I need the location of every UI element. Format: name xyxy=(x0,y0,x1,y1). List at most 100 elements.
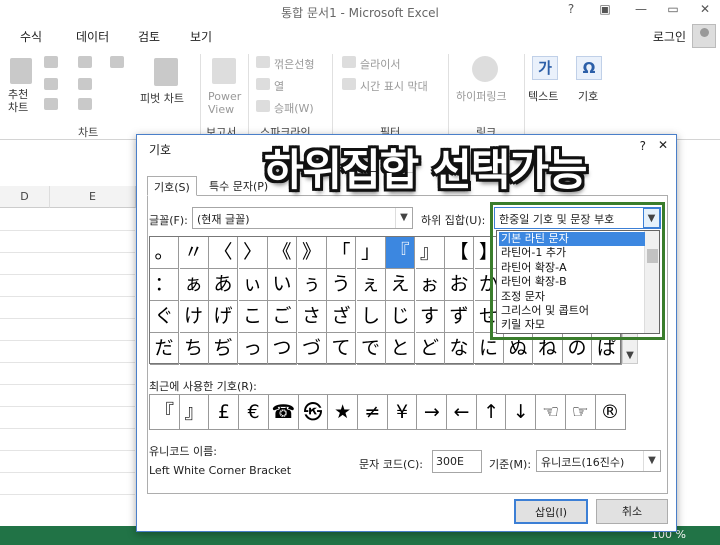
column-header-e[interactable]: E xyxy=(50,186,136,208)
symbol-cell[interactable]: な xyxy=(445,333,474,365)
symbol-cell[interactable]: と xyxy=(386,333,415,365)
recent-symbol-cell[interactable]: ☎ xyxy=(267,394,299,430)
close-icon[interactable]: ✕ xyxy=(694,2,716,20)
login-link[interactable]: 로그인 xyxy=(653,28,686,45)
tab-data[interactable]: 데이터 xyxy=(76,28,109,45)
symbol-cell[interactable]: あ xyxy=(209,269,238,301)
slicer-label[interactable]: 슬라이서 xyxy=(360,56,400,72)
symbol-cell[interactable]: 【 xyxy=(445,237,474,269)
symbol-cell[interactable]: ： xyxy=(150,269,179,301)
other-chart-icon[interactable] xyxy=(110,56,124,68)
subset-option[interactable]: 조정 문자 xyxy=(499,290,645,304)
symbol-cell[interactable]: こ xyxy=(238,301,268,333)
symbol-cell[interactable]: け xyxy=(179,301,209,333)
recent-symbol-cell[interactable]: ≠ xyxy=(356,394,388,430)
symbol-cell[interactable]: お xyxy=(445,269,474,301)
bar-chart-icon[interactable] xyxy=(78,56,92,68)
recent-symbol-cell[interactable]: ¥ xyxy=(386,394,418,430)
timeline-icon[interactable] xyxy=(342,78,356,90)
symbol-cell[interactable]: で xyxy=(356,333,386,365)
symbol-cell[interactable]: ご xyxy=(268,301,297,333)
symbol-cell[interactable]: し xyxy=(356,301,386,333)
symbol-cell[interactable]: す xyxy=(415,301,445,333)
omega-icon[interactable]: Ω xyxy=(576,56,602,80)
symbol-cell[interactable]: ち xyxy=(179,333,209,365)
symbol-cell[interactable]: ざ xyxy=(327,301,356,333)
sparkline-winloss-label[interactable]: 승패(W) xyxy=(274,100,314,116)
symbol-cell[interactable]: 。 xyxy=(150,237,179,269)
scroll-down-icon[interactable]: ▼ xyxy=(623,350,637,361)
slicer-icon[interactable] xyxy=(342,56,356,68)
char-code-input[interactable]: 300E xyxy=(432,450,482,473)
symbol-cell[interactable]: ぉ xyxy=(415,269,445,301)
symbol-cell[interactable]: つ xyxy=(268,333,297,365)
symbol-cell[interactable]: ぢ xyxy=(209,333,238,365)
symbol-cell[interactable]: づ xyxy=(297,333,327,365)
tab-view[interactable]: 보기 xyxy=(190,28,212,45)
minimize-icon[interactable]: — xyxy=(630,2,652,20)
pivot-chart-icon[interactable] xyxy=(154,58,178,86)
symbol-cell[interactable]: い xyxy=(268,269,297,301)
tab-symbols[interactable]: 기호(S) xyxy=(147,176,197,196)
column-chart-icon[interactable] xyxy=(44,56,58,68)
symbol-cell[interactable]: っ xyxy=(238,333,268,365)
from-select[interactable]: 유니코드(16진수) ▼ xyxy=(536,450,661,472)
symbol-cell[interactable]: て xyxy=(327,333,356,365)
avatar[interactable] xyxy=(692,24,716,48)
cancel-button[interactable]: 취소 xyxy=(596,499,668,524)
symbol-cell[interactable]: 〉 xyxy=(238,237,268,269)
recent-symbol-cell[interactable]: → xyxy=(416,394,448,430)
area-chart-icon[interactable] xyxy=(78,78,92,90)
symbol-label[interactable]: 기호 xyxy=(578,88,598,104)
recent-symbol-cell[interactable]: ← xyxy=(446,394,477,430)
symbol-cell[interactable]: ぃ xyxy=(238,269,268,301)
symbol-cell[interactable]: 」 xyxy=(356,237,386,269)
recent-symbol-cell[interactable]: ★ xyxy=(327,394,359,430)
symbol-cell[interactable]: 』 xyxy=(415,237,445,269)
scatter-chart-icon[interactable] xyxy=(78,98,92,110)
line-chart-icon[interactable] xyxy=(44,78,58,90)
scrollbar-thumb[interactable] xyxy=(647,249,658,263)
chevron-down-icon[interactable]: ▼ xyxy=(395,208,412,228)
subset-option[interactable]: 라틴어-1 추가 xyxy=(499,246,645,260)
symbol-cell[interactable]: 〃 xyxy=(179,237,209,269)
recommended-chart-label[interactable]: 추천 차트 xyxy=(8,88,28,114)
recent-symbol-cell[interactable]: 『 xyxy=(149,394,180,430)
power-view-icon[interactable] xyxy=(212,58,236,84)
subset-dropdown-list[interactable]: 기본 라틴 문자 라틴어-1 추가 라틴어 확장-A 라틴어 확장-B 조정 문자 그리스… xyxy=(496,230,660,334)
symbol-cell[interactable]: 》 xyxy=(297,237,327,269)
hyperlink-label[interactable]: 하이퍼링크 xyxy=(456,88,507,104)
sparkline-line-icon[interactable] xyxy=(256,56,270,68)
symbol-cell[interactable]: ぁ xyxy=(179,269,209,301)
subset-option[interactable]: 라틴어 확장-B xyxy=(499,275,645,289)
recent-symbol-cell[interactable]: ☞ xyxy=(564,394,596,430)
timeline-label[interactable]: 시간 표시 막대 xyxy=(360,78,428,94)
power-view-label[interactable]: Power View xyxy=(208,90,241,116)
sparkline-winloss-icon[interactable] xyxy=(256,100,270,112)
symbol-cell[interactable]: だ xyxy=(150,333,179,365)
symbol-cell[interactable]: え xyxy=(386,269,415,301)
symbol-cell[interactable]: 『 xyxy=(386,237,415,269)
help-icon[interactable]: ? xyxy=(560,2,582,20)
font-select[interactable]: (현재 글꼴) ▼ xyxy=(192,207,413,229)
symbol-cell[interactable]: さ xyxy=(297,301,327,333)
symbol-cell[interactable]: げ xyxy=(209,301,238,333)
recommended-chart-icon[interactable] xyxy=(10,58,32,84)
recent-symbol-cell[interactable]: € xyxy=(238,394,270,430)
symbol-cell[interactable]: 「 xyxy=(327,237,356,269)
subset-option[interactable]: 기본 라틴 문자 xyxy=(499,232,645,246)
tab-formulas[interactable]: 수식 xyxy=(20,28,42,45)
symbol-cell[interactable]: ぐ xyxy=(150,301,179,333)
ribbon-display-icon[interactable]: ▣ xyxy=(594,2,616,20)
subset-option[interactable]: 라틴어 확장-A xyxy=(499,261,645,275)
subset-option[interactable]: 키릴 자모 xyxy=(499,318,645,332)
pivot-chart-label[interactable]: 피벗 차트 xyxy=(140,90,184,106)
recent-symbol-cell[interactable]: ☜ xyxy=(535,394,567,430)
symbol-cell[interactable]: ど xyxy=(415,333,445,365)
help-icon[interactable]: ? xyxy=(640,139,646,153)
symbol-cell[interactable]: ぅ xyxy=(297,269,327,301)
recent-symbol-cell[interactable]: ↑ xyxy=(475,394,507,430)
hyperlink-icon[interactable] xyxy=(472,56,498,82)
symbol-cell[interactable]: 《 xyxy=(268,237,297,269)
symbol-cell[interactable]: ぇ xyxy=(356,269,386,301)
